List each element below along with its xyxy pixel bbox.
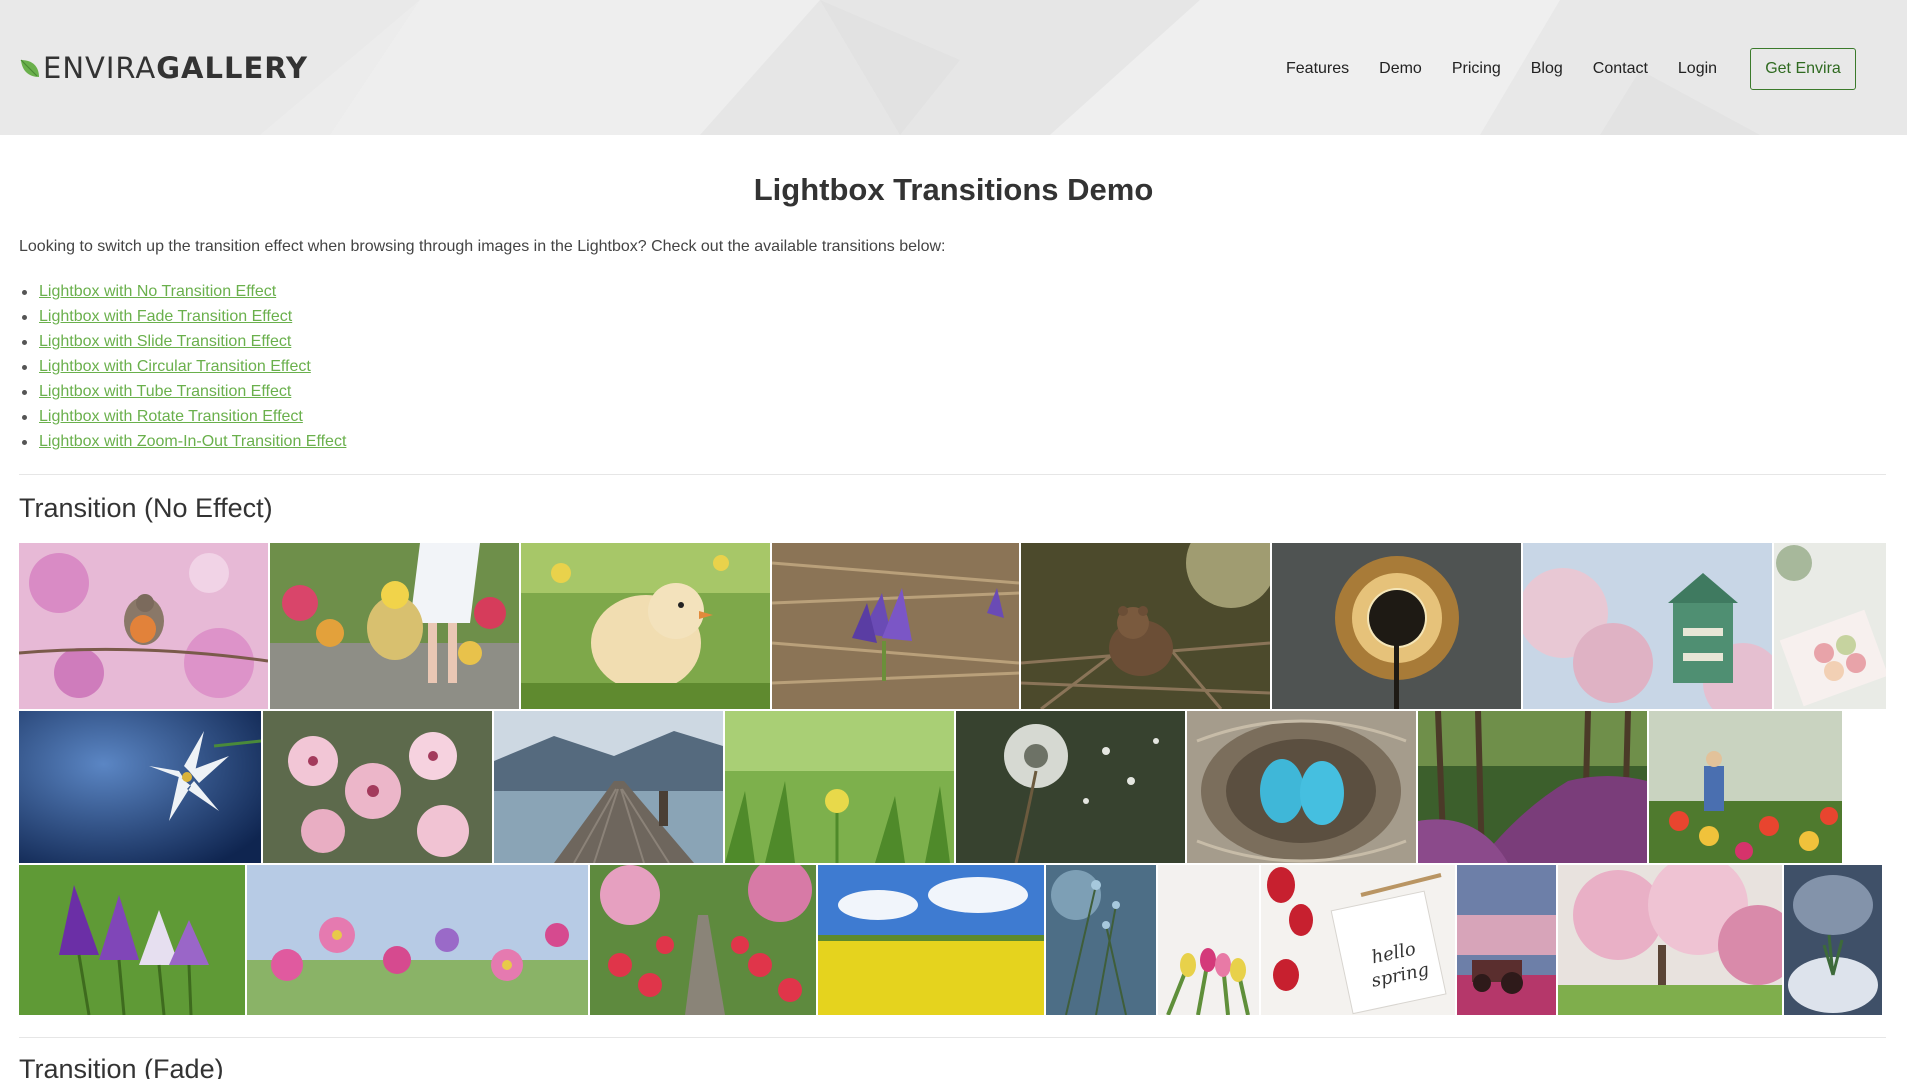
nav-features[interactable]: Features xyxy=(1286,60,1349,78)
list-item: Lightbox with Zoom-In-Out Transition Eff… xyxy=(19,431,346,456)
get-envira-button[interactable]: Get Envira xyxy=(1750,48,1856,90)
page-title: Lightbox Transitions Demo xyxy=(753,172,1154,207)
gallery-row xyxy=(19,711,1842,863)
nav-blog[interactable]: Blog xyxy=(1531,60,1563,78)
link-rotate-transition[interactable]: Lightbox with Rotate Transition Effect xyxy=(39,408,303,425)
section-title-no-effect: Transition (No Effect) xyxy=(19,493,273,523)
link-slide-transition[interactable]: Lightbox with Slide Transition Effect xyxy=(39,333,291,350)
nav-login[interactable]: Login xyxy=(1678,60,1717,78)
list-item: Lightbox with No Transition Effect xyxy=(19,281,346,306)
transition-links-list: Lightbox with No Transition Effect Light… xyxy=(19,281,346,456)
list-item: Lightbox with Circular Transition Effect xyxy=(19,356,346,381)
nav-pricing[interactable]: Pricing xyxy=(1452,60,1501,78)
gallery-image[interactable] xyxy=(1523,543,1772,709)
link-fade-transition[interactable]: Lightbox with Fade Transition Effect xyxy=(39,308,292,325)
gallery-image[interactable] xyxy=(956,711,1185,863)
gallery-image[interactable] xyxy=(1187,711,1416,863)
list-item: Lightbox with Slide Transition Effect xyxy=(19,331,346,356)
gallery-image[interactable] xyxy=(1021,543,1270,709)
intro-text: Looking to switch up the transition effe… xyxy=(19,238,946,255)
divider xyxy=(19,1037,1886,1038)
gallery-row: hello spring xyxy=(19,865,1882,1015)
gallery-image[interactable] xyxy=(1046,865,1156,1015)
envira-logo[interactable]: ENVIRA GALLERY xyxy=(19,51,308,85)
link-tube-transition[interactable]: Lightbox with Tube Transition Effect xyxy=(39,383,291,400)
gallery-image[interactable] xyxy=(818,865,1044,1015)
gallery-image[interactable] xyxy=(1272,543,1521,709)
list-item: Lightbox with Rotate Transition Effect xyxy=(19,406,346,431)
gallery-image[interactable] xyxy=(772,543,1019,709)
gallery-image[interactable]: hello spring xyxy=(1261,865,1455,1015)
gallery-image[interactable] xyxy=(725,711,954,863)
gallery-image[interactable] xyxy=(1158,865,1259,1015)
logo-text-envira: ENVIRA xyxy=(43,51,157,85)
site-header: ENVIRA GALLERY Features Demo Pricing Blo… xyxy=(0,0,1907,135)
gallery-row xyxy=(19,543,1886,709)
gallery-image[interactable] xyxy=(1649,711,1842,863)
gallery-image[interactable] xyxy=(494,711,723,863)
link-zoom-transition[interactable]: Lightbox with Zoom-In-Out Transition Eff… xyxy=(39,433,346,450)
gallery-image[interactable] xyxy=(521,543,770,709)
link-no-transition[interactable]: Lightbox with No Transition Effect xyxy=(39,283,276,300)
gallery-image[interactable] xyxy=(1774,543,1886,709)
gallery-image[interactable] xyxy=(19,543,268,709)
gallery-image[interactable] xyxy=(263,711,492,863)
gallery-image[interactable] xyxy=(1418,711,1647,863)
nav-demo[interactable]: Demo xyxy=(1379,60,1422,78)
leaf-icon xyxy=(20,59,39,77)
logo-text-gallery: GALLERY xyxy=(156,51,308,85)
section-title-fade: Transition (Fade) xyxy=(19,1054,224,1079)
gallery-image[interactable] xyxy=(19,711,261,863)
list-item: Lightbox with Tube Transition Effect xyxy=(19,381,346,406)
gallery-image[interactable] xyxy=(1784,865,1882,1015)
gallery-image[interactable] xyxy=(19,865,245,1015)
gallery-image[interactable] xyxy=(270,543,519,709)
gallery-image[interactable] xyxy=(1457,865,1556,1015)
link-circular-transition[interactable]: Lightbox with Circular Transition Effect xyxy=(39,358,311,375)
gallery-image[interactable] xyxy=(247,865,588,1015)
gallery-image[interactable] xyxy=(1558,865,1782,1015)
gallery-image[interactable] xyxy=(590,865,816,1015)
nav-contact[interactable]: Contact xyxy=(1593,60,1648,78)
list-item: Lightbox with Fade Transition Effect xyxy=(19,306,346,331)
divider xyxy=(19,474,1886,475)
